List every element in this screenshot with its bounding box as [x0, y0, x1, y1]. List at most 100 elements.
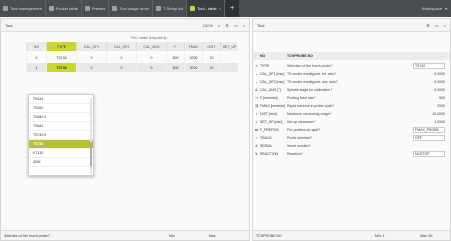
form-row[interactable]: ⌁ TRACK Probe oriented? OFF [253, 134, 450, 141]
field-value[interactable]: 0.0000 [405, 80, 445, 84]
dropdown-option[interactable]: TS740 it [29, 131, 93, 140]
dropdown-option[interactable]: TS444 [29, 95, 93, 104]
field-description: Serial number? [287, 143, 311, 148]
probe-type-dropdown[interactable]: TS444 TS460 TS640 it TS642 TS740 it TS74… [28, 94, 94, 176]
form-row[interactable]: ↯ REACTION Reaction? NCSTOP [253, 150, 450, 157]
status-min: Min: 1 [375, 233, 385, 238]
table-row-selected[interactable]: 1 TS740 0 0 0 500 2000 10 [26, 63, 238, 72]
cell-dist[interactable]: 10 [202, 53, 220, 62]
field-value[interactable]: 1.0000 [405, 120, 445, 124]
cell-cal-of2[interactable]: 0 [106, 63, 136, 72]
cell-cal-of2[interactable]: 0 [106, 53, 136, 62]
form-row[interactable]: ⊥ SET_UP [mm] Set-up clearance? 1.0000 [253, 118, 450, 125]
field-input[interactable]: 500 [439, 96, 445, 100]
field-value[interactable]: 500 [405, 96, 445, 100]
tab-pocket-table[interactable]: Pocket table [46, 0, 82, 17]
field-description: Probe oriented? [287, 135, 312, 140]
column-header-cal-ang[interactable]: CAL_ANG [136, 42, 166, 51]
cell-f[interactable]: 500 [166, 63, 184, 72]
gear-icon[interactable]: ⚙ [225, 23, 229, 28]
pane-layout-icon[interactable]: ▭ [234, 23, 238, 28]
column-header-set-up[interactable]: SET_UP [220, 42, 238, 51]
form-row[interactable]: ∠ CAL_ANG [°] Spindle angle for calibratio… [253, 86, 450, 93]
field-value[interactable]: 10.0000 [405, 112, 445, 116]
field-input[interactable]: 2000 [437, 104, 445, 108]
search-icon[interactable]: ⌕ [218, 23, 220, 28]
right-pane-title: Tool [257, 22, 265, 28]
column-header-type[interactable]: TYPE [46, 42, 76, 51]
tab-presets[interactable]: Presets [82, 0, 110, 17]
status-max: Max: 99 [420, 233, 433, 238]
dropdown-option[interactable]: KT130 [29, 149, 93, 158]
column-header-fmax[interactable]: FMAX [184, 42, 202, 51]
pane-layout-icon[interactable]: ▭ [435, 23, 439, 28]
cell-dist[interactable]: 10 [202, 63, 220, 72]
cell-type-selected[interactable]: TS740 [46, 63, 76, 72]
cell-cal-of1[interactable]: 0 [76, 63, 106, 72]
field-value[interactable]: TS740 [405, 62, 445, 69]
column-header-cal-of2[interactable]: CAL_OF2 [106, 42, 136, 51]
add-tab-button[interactable]: + [225, 0, 240, 17]
form-row[interactable]: ⇄ F_PREPOS Pre-position at rapid? FMAX_PROB… [253, 126, 450, 133]
column-header-cal-of1[interactable]: CAL_OF1 [76, 42, 106, 51]
cell-cal-of1[interactable]: 0 [76, 53, 106, 62]
field-select[interactable]: TS740 [413, 62, 445, 69]
status-min: Min [169, 233, 175, 238]
scrollbar-thumb[interactable] [90, 142, 92, 166]
column-header-dist[interactable]: DIST [202, 42, 220, 51]
dropdown-option[interactable]: TS642 [29, 122, 93, 131]
field-input[interactable]: 0.0000 [434, 88, 445, 92]
field-value[interactable]: 2000 [405, 104, 445, 108]
field-value[interactable]: NCSTOP [405, 150, 445, 157]
dropdown-scrollbar[interactable] [90, 98, 92, 174]
field-input[interactable]: 1.0000 [434, 120, 445, 124]
field-value[interactable]: 0.0000 [405, 88, 445, 92]
cell-cal-ang[interactable]: 0 [136, 53, 166, 62]
field-input[interactable]: 10.0000 [432, 112, 445, 116]
tab-tool-management[interactable]: Tool management [0, 0, 46, 17]
table-row[interactable]: 0 TS130 0 0 0 500 2000 10 [26, 53, 238, 62]
close-tab-icon[interactable]: × [219, 6, 221, 11]
close-icon[interactable]: × [444, 23, 446, 28]
cell-set-up[interactable] [220, 63, 238, 72]
dropdown-option[interactable]: TS460 [29, 104, 93, 113]
cell-fmax[interactable]: 2000 [184, 53, 202, 62]
form-header: NO TCHPROBE.NO [253, 52, 450, 60]
column-header-f[interactable]: F [166, 42, 184, 51]
form-row[interactable]: ⇶ FMAX [mm/min] Rapid traverse in probe cy… [253, 102, 450, 109]
dropdown-option-selected[interactable]: TS740 [29, 140, 93, 149]
form-row[interactable]: ᵧ CAL_OF2 [mm] TS center misalignmt. aux. … [253, 78, 450, 85]
tab-tool-table[interactable]: Tool - table × [187, 0, 226, 17]
cell-set-up[interactable] [220, 53, 238, 62]
gear-icon[interactable]: ⚙ [426, 23, 430, 28]
cell-type[interactable]: TS130 [46, 53, 76, 62]
tab-tool-usage-order[interactable]: Tool usage order [109, 0, 154, 17]
field-value[interactable]: 0.0000 [405, 72, 445, 76]
zoom-level: 100% [202, 22, 214, 28]
close-icon[interactable]: × [243, 23, 245, 28]
field-value[interactable]: OFF [405, 134, 445, 141]
tab-tsetup-list[interactable]: T-Setup list [153, 0, 188, 17]
workspace-menu[interactable]: Workspace ▾ [422, 0, 447, 17]
chevron-down-icon: ▾ [444, 6, 447, 11]
cell-f[interactable]: 500 [166, 53, 184, 62]
field-key: FMAX [mm/min] [260, 103, 286, 108]
form-row[interactable]: ↕ DIST [mm] Maximum measuring range? 10.000… [253, 110, 450, 117]
field-input[interactable]: 0.0000 [434, 80, 445, 84]
field-select[interactable]: OFF [413, 134, 445, 141]
form-row[interactable]: ⇝ F [mm/min] Probing feed rate? 500 [253, 94, 450, 101]
form-row[interactable]: ₓ CAL_OF1 [mm] TS center misalignmt. ref. … [253, 70, 450, 77]
form-row[interactable]: ≡ TYPE Selection of the touch probe? TS740 [253, 62, 450, 69]
dropdown-option[interactable]: TS640 it [29, 113, 93, 122]
field-select[interactable]: NCSTOP [413, 150, 445, 157]
field-input[interactable]: 0.0000 [434, 72, 445, 76]
field-select[interactable]: FMAX_PROBE [413, 126, 445, 133]
form-row[interactable]: # SERIAL Serial number? [253, 142, 450, 149]
cell-cal-ang[interactable]: 0 [136, 63, 166, 72]
dropdown-option[interactable]: 3DM [29, 158, 93, 167]
field-icon: ₓ [255, 71, 258, 76]
column-header-no[interactable]: NO [26, 42, 46, 51]
cell-fmax[interactable]: 2000 [184, 63, 202, 72]
field-value[interactable]: FMAX_PROBE [405, 126, 445, 133]
status-field-name: TCHPROBE.NO [256, 233, 282, 238]
